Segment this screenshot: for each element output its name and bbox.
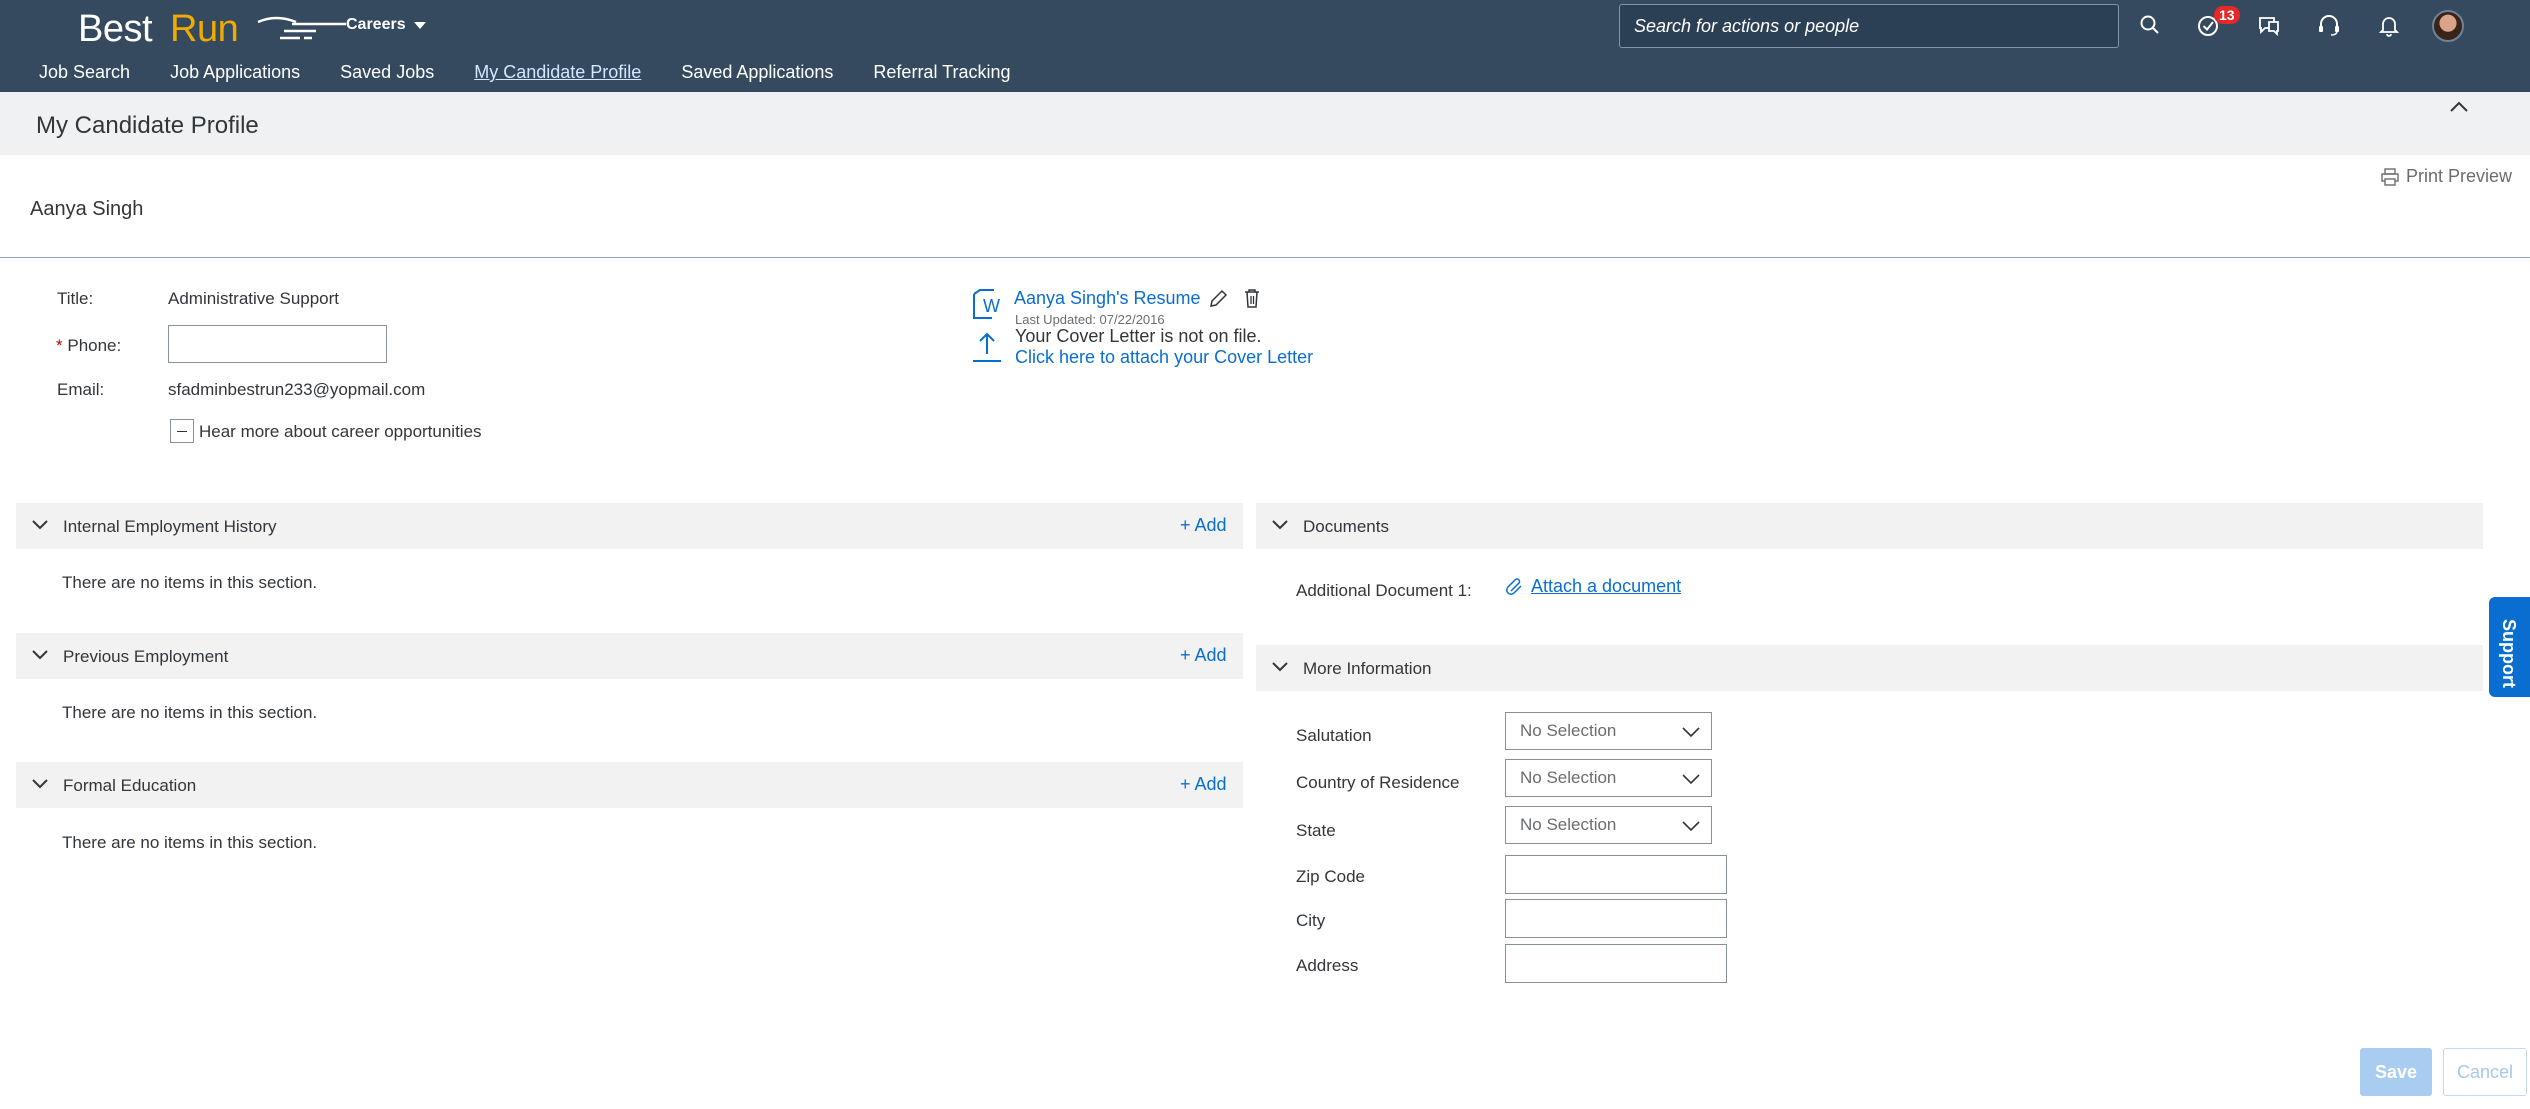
- zip-code-input[interactable]: [1505, 855, 1727, 894]
- section-title: Formal Education: [63, 776, 197, 795]
- empty-section-message: There are no items in this section.: [62, 573, 318, 592]
- nav-saved-jobs[interactable]: Saved Jobs: [340, 58, 434, 92]
- address-input[interactable]: [1505, 944, 1727, 983]
- global-search[interactable]: [1619, 4, 2119, 48]
- caret-down-icon: [413, 21, 426, 29]
- careers-menu[interactable]: Careers: [346, 16, 426, 34]
- logo-text-best: Best: [78, 8, 153, 50]
- edit-pencil-icon[interactable]: [1207, 288, 1229, 310]
- country-of-residence-label: Country of Residence: [1296, 773, 1460, 792]
- add-previous-employment-button[interactable]: + Add: [1180, 645, 1227, 666]
- candidate-name: Aanya Singh: [30, 198, 144, 220]
- email-label: Email:: [57, 380, 105, 399]
- state-label: State: [1296, 821, 1336, 840]
- city-input[interactable]: [1505, 899, 1727, 938]
- career-opt-in-label: Hear more about career opportunities: [199, 422, 482, 441]
- section-previous-employment[interactable]: Previous Employment + Add: [16, 633, 1243, 679]
- section-formal-education[interactable]: Formal Education + Add: [16, 762, 1243, 808]
- section-title: Documents: [1303, 517, 1389, 536]
- section-title: Previous Employment: [63, 647, 229, 666]
- section-documents[interactable]: Documents: [1256, 503, 2483, 549]
- salutation-select[interactable]: No Selection: [1505, 712, 1712, 750]
- bell-icon[interactable]: [2376, 12, 2402, 38]
- cover-letter-status: Your Cover Letter is not on file.: [1015, 326, 1262, 346]
- support-label: Support: [2499, 619, 2519, 688]
- headset-help-icon[interactable]: [2316, 12, 2342, 38]
- chevron-down-icon[interactable]: [1271, 660, 1289, 674]
- bestrun-logo[interactable]: Best Run: [78, 6, 346, 52]
- attach-document-link[interactable]: Attach a document: [1505, 576, 1681, 597]
- phone-label: * Phone:: [56, 336, 121, 356]
- country-selected-value: No Selection: [1520, 768, 1617, 787]
- zip-code-label: Zip Code: [1296, 867, 1365, 886]
- user-avatar[interactable]: [2432, 10, 2464, 42]
- save-button[interactable]: Save: [2360, 1048, 2432, 1096]
- word-document-icon: W: [973, 289, 1000, 319]
- logo-text-run: Run: [170, 8, 239, 50]
- paperclip-icon: [1506, 577, 1522, 595]
- collapse-header-icon[interactable]: [2448, 100, 2470, 114]
- header-divider: [0, 257, 2530, 258]
- upload-icon[interactable]: [970, 330, 1004, 364]
- logo-speed-lines-icon: [257, 16, 346, 40]
- add-internal-employment-button[interactable]: + Add: [1180, 515, 1227, 536]
- state-select[interactable]: No Selection: [1505, 806, 1712, 844]
- chevron-down-icon[interactable]: [31, 648, 49, 662]
- chat-icon[interactable]: [2256, 12, 2282, 38]
- email-value: sfadminbestrun233@yopmail.com: [168, 380, 426, 399]
- page-title: My Candidate Profile: [36, 112, 259, 139]
- additional-document-label: Additional Document 1:: [1296, 581, 1472, 600]
- svg-text:W: W: [983, 296, 1000, 316]
- section-internal-employment-history[interactable]: Internal Employment History + Add: [16, 503, 1243, 549]
- attach-document-label: Attach a document: [1531, 576, 1682, 596]
- city-label: City: [1296, 911, 1326, 930]
- careers-menu-label: Careers: [346, 16, 406, 33]
- section-title: Internal Employment History: [63, 517, 277, 536]
- salutation-label: Salutation: [1296, 726, 1372, 745]
- chevron-down-icon[interactable]: [1271, 518, 1289, 532]
- nav-referral-tracking[interactable]: Referral Tracking: [873, 58, 1010, 92]
- career-opt-in-checkbox[interactable]: [170, 419, 194, 443]
- cancel-button[interactable]: Cancel: [2443, 1048, 2527, 1096]
- delete-trash-icon[interactable]: [1241, 287, 1263, 309]
- top-navigation: Job Search Job Applications Saved Jobs M…: [0, 58, 1010, 92]
- chevron-down-icon: [1682, 821, 1700, 832]
- chevron-down-icon[interactable]: [31, 777, 49, 791]
- nav-job-search[interactable]: Job Search: [39, 58, 130, 92]
- search-icon[interactable]: [2137, 12, 2163, 38]
- support-tab[interactable]: Support: [2489, 597, 2530, 697]
- notification-count-badge: 13: [2214, 6, 2240, 24]
- phone-label-text: Phone:: [67, 336, 122, 355]
- empty-section-message: There are no items in this section.: [62, 703, 318, 722]
- shell-bar: Best Run Careers 13 Job Search Job Appli…: [0, 0, 2530, 92]
- nav-my-candidate-profile[interactable]: My Candidate Profile: [474, 58, 641, 92]
- add-formal-education-button[interactable]: + Add: [1180, 774, 1227, 795]
- nav-saved-applications[interactable]: Saved Applications: [681, 58, 833, 92]
- resume-link[interactable]: Aanya Singh's Resume: [1014, 288, 1201, 309]
- address-label: Address: [1296, 956, 1359, 975]
- phone-input[interactable]: [168, 325, 387, 363]
- chevron-down-icon: [1682, 727, 1700, 738]
- search-input[interactable]: [1620, 5, 2118, 47]
- section-more-information[interactable]: More Information: [1256, 645, 2483, 691]
- section-title: More Information: [1303, 659, 1432, 678]
- print-preview-button[interactable]: Print Preview: [2380, 166, 2512, 187]
- title-label: Title:: [57, 289, 94, 308]
- title-value: Administrative Support: [168, 289, 340, 308]
- printer-icon: [2381, 167, 2399, 186]
- empty-section-message: There are no items in this section.: [62, 833, 318, 852]
- country-of-residence-select[interactable]: No Selection: [1505, 759, 1712, 797]
- print-preview-label: Print Preview: [2406, 166, 2513, 186]
- chevron-down-icon: [1682, 774, 1700, 785]
- page-title-bar: My Candidate Profile: [0, 92, 2530, 155]
- attach-cover-letter-link[interactable]: Click here to attach your Cover Letter: [1015, 347, 1313, 368]
- salutation-selected-value: No Selection: [1520, 721, 1617, 740]
- resume-last-updated: Last Updated: 07/22/2016: [1015, 312, 1165, 327]
- chevron-down-icon[interactable]: [31, 518, 49, 532]
- state-selected-value: No Selection: [1520, 815, 1617, 834]
- nav-job-applications[interactable]: Job Applications: [170, 58, 300, 92]
- required-marker: *: [56, 336, 63, 355]
